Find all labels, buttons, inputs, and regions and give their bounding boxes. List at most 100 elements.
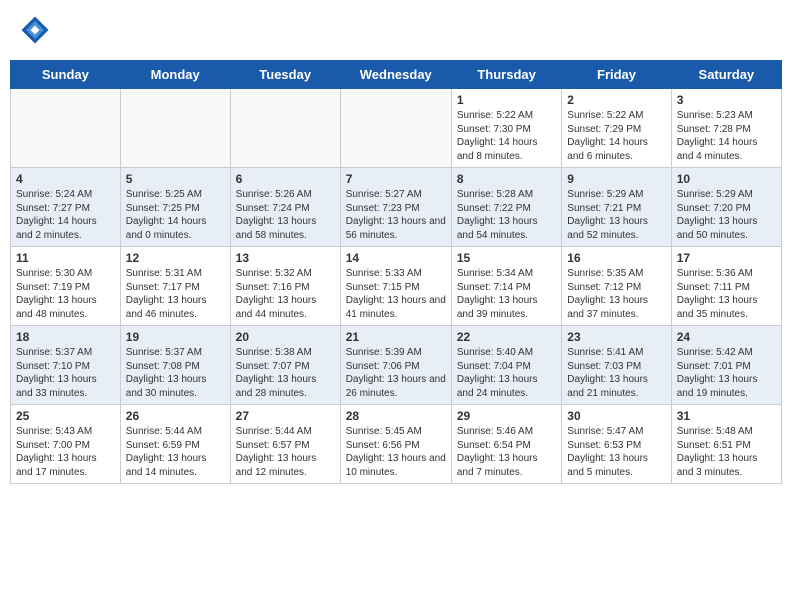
day-number: 18: [16, 330, 115, 344]
day-number: 19: [126, 330, 225, 344]
weekday-header-thursday: Thursday: [451, 61, 561, 89]
calendar-cell: [340, 89, 451, 168]
day-number: 20: [236, 330, 335, 344]
calendar-cell: 16 Sunrise: 5:35 AM Sunset: 7:12 PM Dayli…: [562, 247, 671, 326]
day-number: 14: [346, 251, 446, 265]
calendar-cell: 26 Sunrise: 5:44 AM Sunset: 6:59 PM Dayli…: [120, 405, 230, 484]
calendar-cell: 7Sunrise: 5:27 AM Sunset: 7:23 PM Daylig…: [340, 168, 451, 247]
day-info: Sunrise: 5:31 AM Sunset: 7:17 PM Dayligh…: [126, 267, 225, 321]
day-number: 11: [16, 251, 115, 265]
day-info: Sunrise: 5:28 AM Sunset: 7:22 PM Dayligh…: [457, 188, 556, 242]
day-number: 21: [346, 330, 446, 344]
calendar-cell: 3 Sunrise: 5:23 AM Sunset: 7:28 PM Daylig…: [671, 89, 781, 168]
calendar-cell: [11, 89, 121, 168]
day-number: 17: [677, 251, 776, 265]
logo: [20, 15, 54, 45]
calendar-cell: 9 Sunrise: 5:29 AM Sunset: 7:21 PM Daylig…: [562, 168, 671, 247]
day-number: 7: [346, 172, 446, 186]
calendar-cell: 5Sunrise: 5:25 AM Sunset: 7:25 PM Daylig…: [120, 168, 230, 247]
calendar-cell: 24 Sunrise: 5:42 AM Sunset: 7:01 PM Dayli…: [671, 326, 781, 405]
calendar-cell: 28 Sunrise: 5:45 AM Sunset: 6:56 PM Dayli…: [340, 405, 451, 484]
calendar-week-row: 25 Sunrise: 5:43 AM Sunset: 7:00 PM Dayli…: [11, 405, 782, 484]
weekday-header-sunday: Sunday: [11, 61, 121, 89]
day-info: Sunrise: 5:29 AM Sunset: 7:21 PM Dayligh…: [567, 188, 665, 242]
day-number: 13: [236, 251, 335, 265]
day-info: Sunrise: 5:42 AM Sunset: 7:01 PM Dayligh…: [677, 346, 776, 400]
day-info: Sunrise: 5:39 AM Sunset: 7:06 PM Dayligh…: [346, 346, 446, 400]
day-number: 12: [126, 251, 225, 265]
page-header: [10, 10, 782, 50]
calendar-cell: 29Sunrise: 5:46 AM Sunset: 6:54 PM Dayli…: [451, 405, 561, 484]
calendar-cell: 8Sunrise: 5:28 AM Sunset: 7:22 PM Daylig…: [451, 168, 561, 247]
calendar-week-row: 11 Sunrise: 5:30 AM Sunset: 7:19 PM Dayli…: [11, 247, 782, 326]
day-number: 15: [457, 251, 556, 265]
calendar-cell: 2 Sunrise: 5:22 AM Sunset: 7:29 PM Daylig…: [562, 89, 671, 168]
calendar-cell: [230, 89, 340, 168]
calendar-week-row: 4 Sunrise: 5:24 AM Sunset: 7:27 PM Daylig…: [11, 168, 782, 247]
calendar-cell: 11 Sunrise: 5:30 AM Sunset: 7:19 PM Dayli…: [11, 247, 121, 326]
day-number: 27: [236, 409, 335, 423]
day-info: Sunrise: 5:23 AM Sunset: 7:28 PM Dayligh…: [677, 109, 776, 163]
day-number: 3: [677, 93, 776, 107]
day-number: 6: [236, 172, 335, 186]
weekday-header-friday: Friday: [562, 61, 671, 89]
weekday-header-monday: Monday: [120, 61, 230, 89]
calendar-cell: 6 Sunrise: 5:26 AM Sunset: 7:24 PM Daylig…: [230, 168, 340, 247]
day-info: Sunrise: 5:47 AM Sunset: 6:53 PM Dayligh…: [567, 425, 665, 479]
day-number: 23: [567, 330, 665, 344]
calendar-cell: [120, 89, 230, 168]
day-number: 28: [346, 409, 446, 423]
calendar-cell: 18 Sunrise: 5:37 AM Sunset: 7:10 PM Dayli…: [11, 326, 121, 405]
calendar-cell: 17 Sunrise: 5:36 AM Sunset: 7:11 PM Dayli…: [671, 247, 781, 326]
day-info: Sunrise: 5:46 AM Sunset: 6:54 PM Dayligh…: [457, 425, 556, 479]
weekday-header-tuesday: Tuesday: [230, 61, 340, 89]
day-number: 31: [677, 409, 776, 423]
day-info: Sunrise: 5:48 AM Sunset: 6:51 PM Dayligh…: [677, 425, 776, 479]
day-number: 16: [567, 251, 665, 265]
day-info: Sunrise: 5:22 AM Sunset: 7:29 PM Dayligh…: [567, 109, 665, 163]
day-info: Sunrise: 5:30 AM Sunset: 7:19 PM Dayligh…: [16, 267, 115, 321]
day-info: Sunrise: 5:43 AM Sunset: 7:00 PM Dayligh…: [16, 425, 115, 479]
day-info: Sunrise: 5:22 AM Sunset: 7:30 PM Dayligh…: [457, 109, 556, 163]
day-info: Sunrise: 5:44 AM Sunset: 6:57 PM Dayligh…: [236, 425, 335, 479]
day-number: 25: [16, 409, 115, 423]
calendar-cell: 30Sunrise: 5:47 AM Sunset: 6:53 PM Dayli…: [562, 405, 671, 484]
day-info: Sunrise: 5:38 AM Sunset: 7:07 PM Dayligh…: [236, 346, 335, 400]
day-info: Sunrise: 5:29 AM Sunset: 7:20 PM Dayligh…: [677, 188, 776, 242]
logo-icon: [20, 15, 50, 45]
calendar-cell: 14 Sunrise: 5:33 AM Sunset: 7:15 PM Dayli…: [340, 247, 451, 326]
day-info: Sunrise: 5:37 AM Sunset: 7:08 PM Dayligh…: [126, 346, 225, 400]
weekday-header-wednesday: Wednesday: [340, 61, 451, 89]
day-info: Sunrise: 5:44 AM Sunset: 6:59 PM Dayligh…: [126, 425, 225, 479]
day-number: 22: [457, 330, 556, 344]
calendar-cell: 10 Sunrise: 5:29 AM Sunset: 7:20 PM Dayli…: [671, 168, 781, 247]
day-number: 10: [677, 172, 776, 186]
calendar-cell: 19 Sunrise: 5:37 AM Sunset: 7:08 PM Dayli…: [120, 326, 230, 405]
calendar-week-row: 1Sunrise: 5:22 AM Sunset: 7:30 PM Daylig…: [11, 89, 782, 168]
day-info: Sunrise: 5:35 AM Sunset: 7:12 PM Dayligh…: [567, 267, 665, 321]
day-info: Sunrise: 5:41 AM Sunset: 7:03 PM Dayligh…: [567, 346, 665, 400]
day-info: Sunrise: 5:26 AM Sunset: 7:24 PM Dayligh…: [236, 188, 335, 242]
day-number: 26: [126, 409, 225, 423]
day-info: Sunrise: 5:36 AM Sunset: 7:11 PM Dayligh…: [677, 267, 776, 321]
day-number: 9: [567, 172, 665, 186]
day-number: 4: [16, 172, 115, 186]
day-info: Sunrise: 5:45 AM Sunset: 6:56 PM Dayligh…: [346, 425, 446, 479]
calendar-table: SundayMondayTuesdayWednesdayThursdayFrid…: [10, 60, 782, 484]
calendar-header-row: SundayMondayTuesdayWednesdayThursdayFrid…: [11, 61, 782, 89]
calendar-cell: 12 Sunrise: 5:31 AM Sunset: 7:17 PM Dayli…: [120, 247, 230, 326]
day-info: Sunrise: 5:25 AM Sunset: 7:25 PM Dayligh…: [126, 188, 225, 242]
day-info: Sunrise: 5:33 AM Sunset: 7:15 PM Dayligh…: [346, 267, 446, 321]
day-number: 2: [567, 93, 665, 107]
calendar-cell: 22Sunrise: 5:40 AM Sunset: 7:04 PM Dayli…: [451, 326, 561, 405]
calendar-cell: 13Sunrise: 5:32 AM Sunset: 7:16 PM Dayli…: [230, 247, 340, 326]
day-number: 24: [677, 330, 776, 344]
day-info: Sunrise: 5:37 AM Sunset: 7:10 PM Dayligh…: [16, 346, 115, 400]
calendar-cell: 21 Sunrise: 5:39 AM Sunset: 7:06 PM Dayli…: [340, 326, 451, 405]
day-info: Sunrise: 5:24 AM Sunset: 7:27 PM Dayligh…: [16, 188, 115, 242]
calendar-cell: 25 Sunrise: 5:43 AM Sunset: 7:00 PM Dayli…: [11, 405, 121, 484]
calendar-cell: 20 Sunrise: 5:38 AM Sunset: 7:07 PM Dayli…: [230, 326, 340, 405]
calendar-cell: 31 Sunrise: 5:48 AM Sunset: 6:51 PM Dayli…: [671, 405, 781, 484]
weekday-header-saturday: Saturday: [671, 61, 781, 89]
calendar-cell: 15Sunrise: 5:34 AM Sunset: 7:14 PM Dayli…: [451, 247, 561, 326]
